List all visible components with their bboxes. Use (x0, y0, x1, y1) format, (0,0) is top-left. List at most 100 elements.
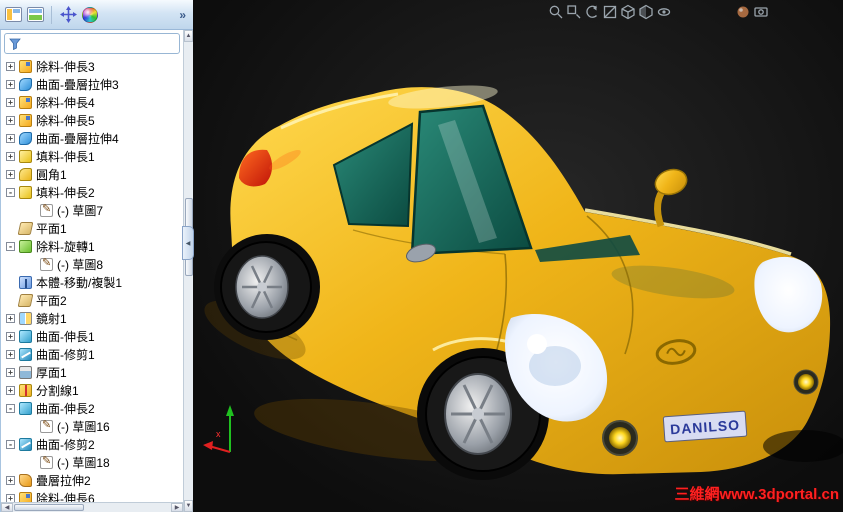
hide-show-icon[interactable] (656, 4, 672, 20)
feature-tree-item[interactable]: + 除料-伸長5 (1, 111, 183, 129)
expand-toggle[interactable]: + (6, 493, 15, 502)
feature-tree-item[interactable]: - 填料-伸長2 (1, 183, 183, 201)
sketch-icon (40, 454, 53, 469)
surface-extrude-icon (19, 329, 32, 343)
feature-tree-item[interactable]: + 曲面-修剪1 (1, 345, 183, 363)
cut-extrude-icon (19, 59, 32, 73)
display-style-icon[interactable] (638, 4, 654, 20)
3d-canvas[interactable]: DANILSO x (193, 0, 843, 512)
feature-pane-icon[interactable] (5, 7, 22, 22)
filter-funnel-icon[interactable] (9, 38, 21, 50)
feature-manager-panel: + 除料-伸長3 + 曲面-疊層拉伸3 + 除料-伸長4 + 除料-伸長5 + … (0, 30, 194, 512)
feature-label: (-) 草圖8 (57, 257, 103, 272)
feature-label: 厚面1 (36, 365, 67, 380)
feature-tree-item[interactable]: 平面2 (1, 291, 183, 309)
appearance-icon[interactable] (735, 4, 751, 20)
cut-extrude-icon (19, 491, 32, 502)
graphics-viewport[interactable]: DANILSO x 三維網www.3dportal.cn (193, 0, 843, 512)
expand-toggle[interactable]: + (6, 313, 15, 323)
feature-tree-item[interactable]: - 曲面-伸長2 (1, 399, 183, 417)
car-model[interactable]: DANILSO (197, 81, 843, 480)
feature-tree-item[interactable]: + 除料-伸長3 (1, 57, 183, 75)
feature-tree-pane: + 除料-伸長3 + 曲面-疊層拉伸3 + 除料-伸長4 + 除料-伸長5 + … (0, 30, 183, 512)
scroll-up-button[interactable] (184, 30, 193, 42)
vertical-scrollbar[interactable] (182, 30, 194, 512)
expand-toggle[interactable]: + (6, 133, 15, 143)
feature-label: (-) 草圖18 (57, 455, 110, 470)
feature-tree-item[interactable]: (-) 草圖7 (1, 201, 183, 219)
expand-toggle[interactable]: - (6, 403, 15, 413)
expand-toggle[interactable]: + (6, 349, 15, 359)
expand-toggle[interactable]: + (6, 79, 15, 89)
feature-tree-item[interactable]: 本體-移動/複製1 (1, 273, 183, 291)
expand-toggle[interactable]: - (6, 439, 15, 449)
boss-extrude-icon (19, 149, 32, 163)
expand-toggle[interactable]: + (6, 61, 15, 71)
expand-toggle[interactable]: + (6, 97, 15, 107)
expand-toggle[interactable]: + (6, 367, 15, 377)
tree-filter-input[interactable] (25, 36, 175, 51)
feature-tree-item[interactable]: (-) 草圖8 (1, 255, 183, 273)
section-view-icon[interactable] (602, 4, 618, 20)
feature-tree-item[interactable]: + 填料-伸長1 (1, 147, 183, 165)
feature-tree-item[interactable]: + 曲面-疊層拉伸3 (1, 75, 183, 93)
feature-tree-item[interactable]: + 曲面-伸長1 (1, 327, 183, 345)
scroll-right-button[interactable] (171, 503, 183, 512)
feature-tree-item[interactable]: + 除料-伸長4 (1, 93, 183, 111)
surface-extrude-icon (19, 401, 32, 415)
solidworks-window: » + 除料-伸長3 + 曲面-疊層拉伸3 + 除料-伸長4 + 除料-伸長5 … (0, 0, 843, 512)
expand-toggle[interactable]: + (6, 115, 15, 125)
feature-tree-item[interactable]: + 圓角1 (1, 165, 183, 183)
panel-splitter-handle[interactable] (182, 226, 194, 260)
feature-label: (-) 草圖7 (57, 203, 103, 218)
heads-up-toolbar (548, 4, 672, 20)
taillight (239, 149, 273, 187)
feature-tree-item[interactable]: + 疊層拉伸2 (1, 471, 183, 489)
toolbar-overflow-chevron[interactable]: » (179, 8, 188, 22)
feature-tree-item[interactable]: + 分割線1 (1, 381, 183, 399)
scroll-left-button[interactable] (1, 503, 13, 512)
expand-toggle[interactable]: - (6, 187, 15, 197)
orientation-triad: x (203, 405, 234, 453)
feature-tree-item[interactable]: (-) 草圖18 (1, 453, 183, 471)
view-orientation-icon[interactable] (620, 4, 636, 20)
cut-extrude-icon (19, 95, 32, 109)
feature-label: 除料-伸長4 (36, 95, 95, 110)
feature-tree-item[interactable]: - 除料-旋轉1 (1, 237, 183, 255)
feature-label: 曲面-疊層拉伸4 (36, 131, 119, 146)
expand-toggle[interactable]: + (6, 385, 15, 395)
move-icon[interactable] (59, 6, 77, 24)
feature-label: 鏡射1 (36, 311, 67, 326)
feature-tree-item[interactable]: (-) 草圖16 (1, 417, 183, 435)
cut-revolve-icon (19, 239, 32, 253)
feature-tree-item[interactable]: + 除料-伸長6 (1, 489, 183, 502)
feature-label: 曲面-修剪1 (36, 347, 95, 362)
feature-label: 除料-伸長5 (36, 113, 95, 128)
surface-loft-icon (19, 131, 32, 145)
feature-tree-item[interactable]: + 厚面1 (1, 363, 183, 381)
horizontal-scrollbar[interactable] (1, 502, 183, 512)
feature-label: 曲面-疊層拉伸3 (36, 77, 119, 92)
surface-trim-icon (19, 437, 32, 451)
zoom-fit-icon[interactable] (548, 4, 564, 20)
horizontal-scroll-thumb[interactable] (14, 504, 84, 511)
scroll-down-button[interactable] (184, 500, 193, 512)
feature-tree-item[interactable]: - 曲面-修剪2 (1, 435, 183, 453)
expand-toggle[interactable]: + (6, 475, 15, 485)
feature-tree-item[interactable]: + 曲面-疊層拉伸4 (1, 129, 183, 147)
display-pane-icon[interactable] (27, 7, 44, 22)
previous-view-icon[interactable] (584, 4, 600, 20)
feature-tree-item[interactable]: 平面1 (1, 219, 183, 237)
tree-filter-bar (4, 33, 180, 54)
triad-x-label: x (216, 429, 221, 439)
side-mirror (654, 168, 688, 228)
color-sphere-icon[interactable] (82, 6, 98, 23)
feature-tree-item[interactable]: + 鏡射1 (1, 309, 183, 327)
scene-icon[interactable] (753, 4, 769, 20)
zoom-area-icon[interactable] (566, 4, 582, 20)
expand-toggle[interactable]: + (6, 151, 15, 161)
feature-label: 填料-伸長1 (36, 149, 95, 164)
expand-toggle[interactable]: + (6, 169, 15, 179)
expand-toggle[interactable]: + (6, 331, 15, 341)
expand-toggle[interactable]: - (6, 241, 15, 251)
